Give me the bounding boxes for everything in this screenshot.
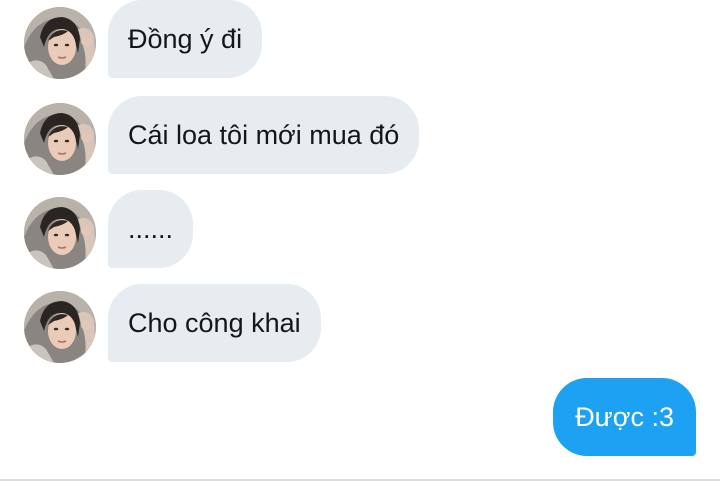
chat-thread: Đồng ý đi Cái loa tôi mới mua đó ...... … [0, 0, 720, 481]
avatar[interactable] [24, 103, 96, 175]
incoming-message-bubble[interactable]: Cho công khai [108, 284, 321, 362]
message-row: Cho công khai [0, 284, 720, 363]
user-avatar-photo [24, 291, 96, 363]
avatar[interactable] [24, 197, 96, 269]
user-avatar-photo [24, 103, 96, 175]
message-row: Đồng ý đi [0, 0, 720, 79]
avatar[interactable] [24, 291, 96, 363]
message-row: Cái loa tôi mới mua đó [0, 96, 720, 175]
user-avatar-photo [24, 7, 96, 79]
incoming-message-bubble[interactable]: Cái loa tôi mới mua đó [108, 96, 420, 174]
avatar[interactable] [24, 7, 96, 79]
outgoing-message-bubble[interactable]: Được :3 [553, 378, 696, 456]
incoming-message-bubble[interactable]: Đồng ý đi [108, 0, 263, 78]
message-row: ...... [0, 190, 720, 269]
user-avatar-photo [24, 197, 96, 269]
incoming-message-bubble[interactable]: ...... [108, 190, 194, 268]
